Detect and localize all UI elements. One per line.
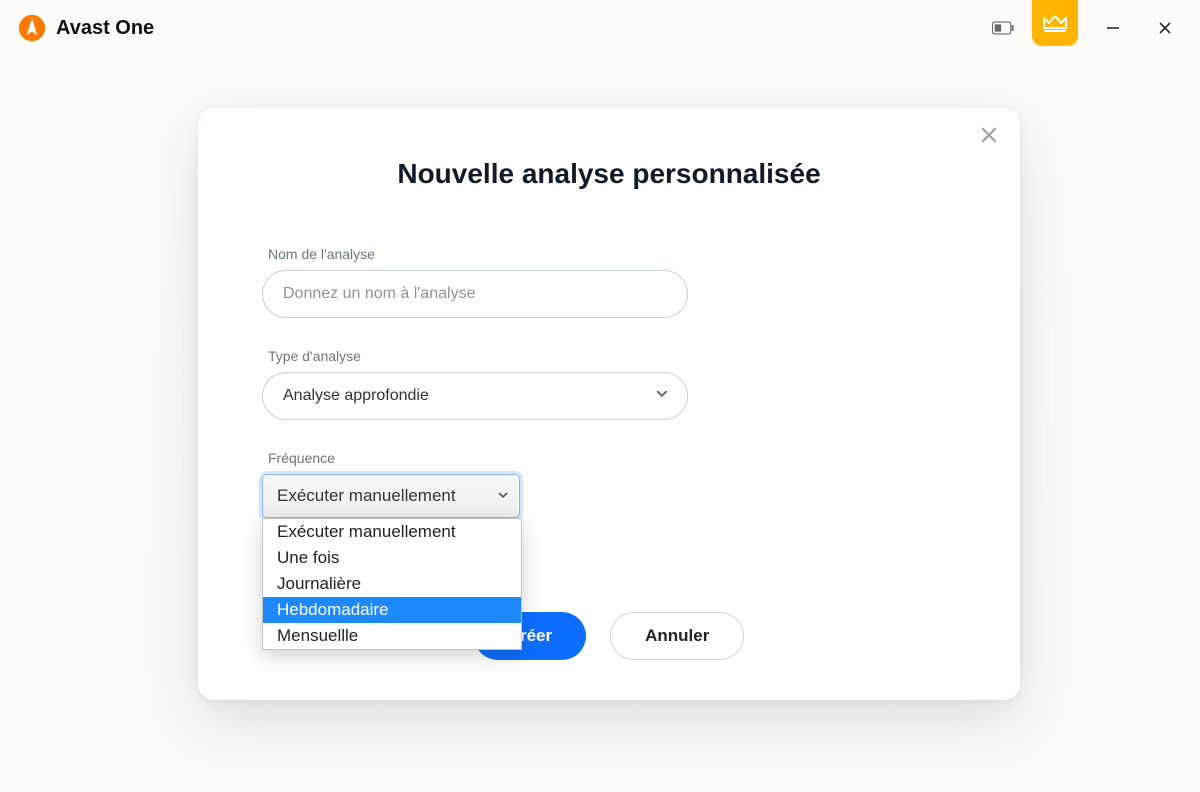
chevron-down-icon [497, 486, 509, 506]
app-title: Avast One [56, 17, 154, 40]
frequency-label: Fréquence [268, 450, 956, 466]
scan-name-label: Nom de l'analyse [268, 246, 956, 262]
titlebar: Avast One [0, 0, 1200, 56]
titlebar-controls [992, 10, 1182, 46]
frequency-value: Exécuter manuellement [277, 486, 456, 506]
close-window-button[interactable] [1148, 11, 1182, 45]
frequency-option[interactable]: Hebdomadaire [263, 597, 521, 623]
frequency-dropdown: Exécuter manuellementUne foisJournalière… [262, 518, 522, 650]
scan-type-select[interactable]: Analyse approfondie [262, 372, 688, 420]
cancel-button[interactable]: Annuler [610, 612, 744, 660]
scan-form: Nom de l'analyse Type d'analyse Analyse … [258, 246, 960, 518]
modal-title: Nouvelle analyse personnalisée [258, 158, 960, 190]
premium-badge[interactable] [1032, 0, 1078, 46]
scan-type-label: Type d'analyse [268, 348, 956, 364]
avast-logo-icon [18, 14, 46, 42]
brand: Avast One [18, 14, 154, 42]
crown-icon [1042, 12, 1068, 34]
scan-type-value: Analyse approfondie [283, 387, 429, 405]
new-custom-scan-modal: Nouvelle analyse personnalisée Nom de l'… [198, 108, 1020, 700]
battery-icon [992, 21, 1014, 35]
frequency-field: Exécuter manuellement Exécuter manuellem… [262, 474, 522, 518]
scan-name-input[interactable] [262, 270, 688, 318]
close-icon [980, 126, 998, 144]
frequency-option[interactable]: Une fois [263, 545, 521, 571]
frequency-option[interactable]: Mensuellle [263, 623, 521, 649]
frequency-option[interactable]: Exécuter manuellement [263, 519, 521, 545]
modal-close-button[interactable] [980, 126, 998, 149]
minimize-button[interactable] [1096, 11, 1130, 45]
chevron-down-icon [655, 387, 669, 406]
frequency-select[interactable]: Exécuter manuellement [262, 474, 520, 518]
frequency-option[interactable]: Journalière [263, 571, 521, 597]
